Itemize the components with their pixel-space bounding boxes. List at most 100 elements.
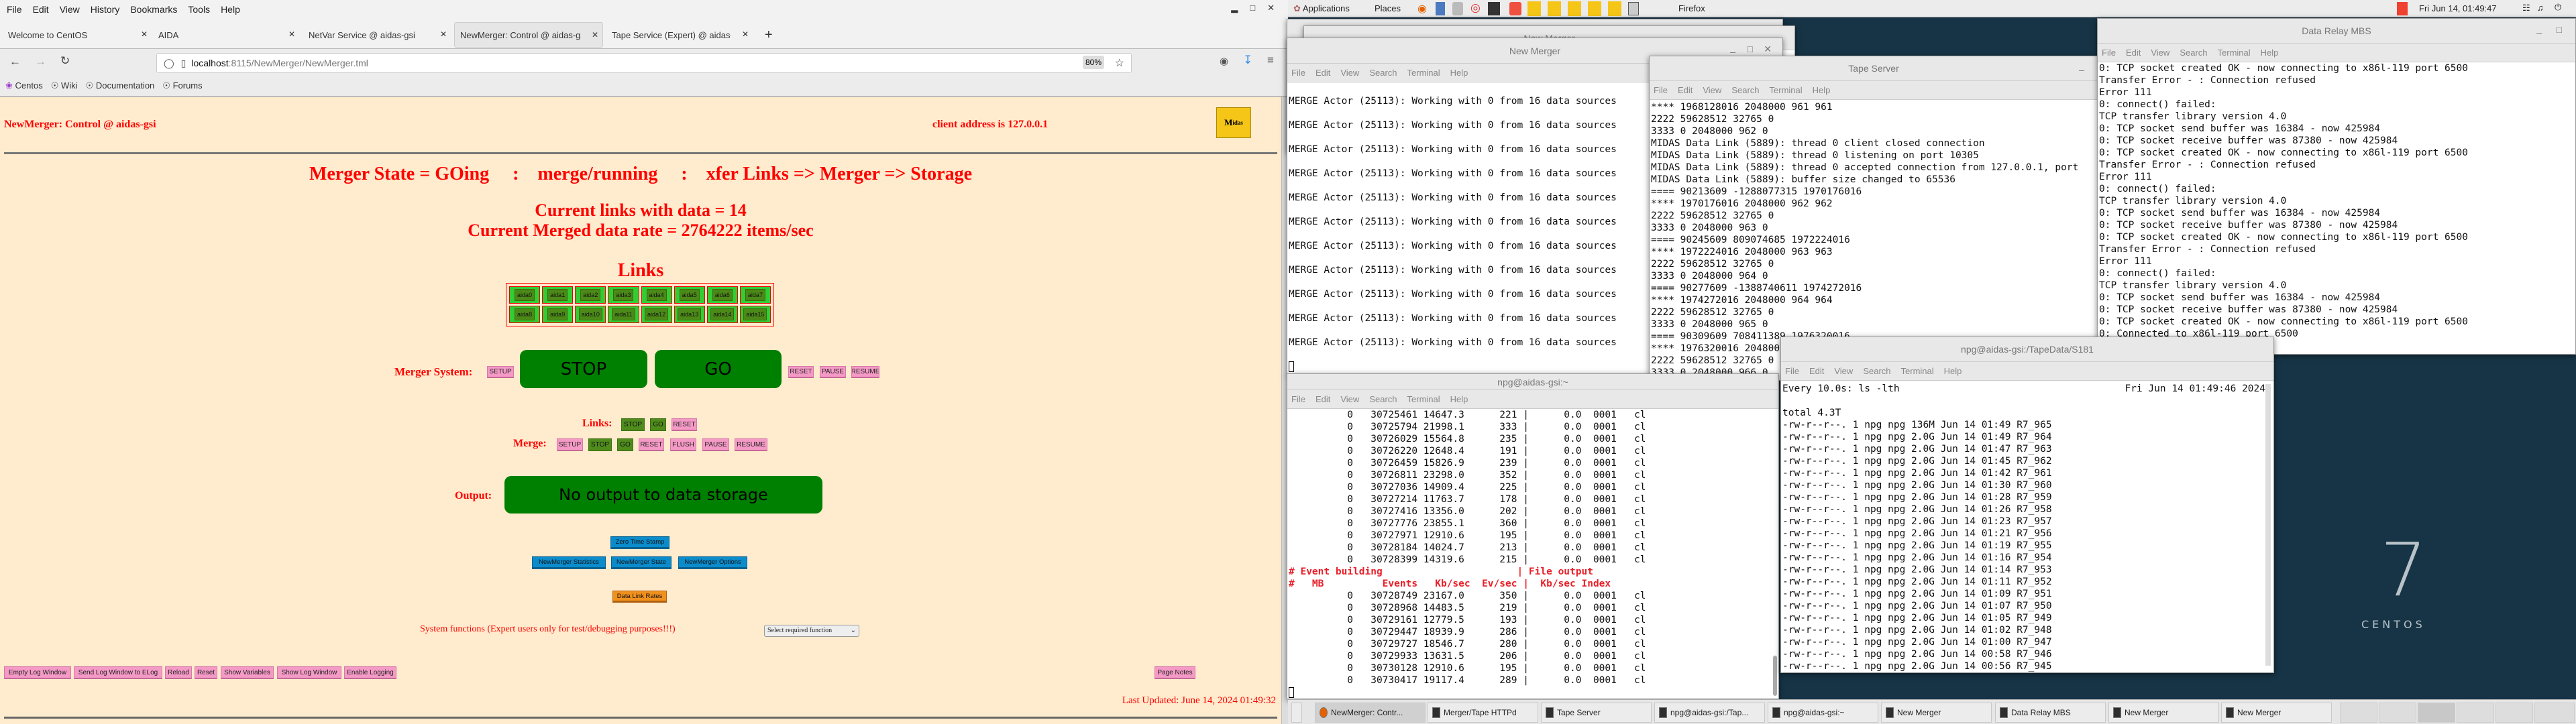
merger-stop-button[interactable]: STOP [520, 350, 647, 388]
newmerger-state-button[interactable]: NewMerger State [611, 556, 672, 569]
terminal-menu-terminal[interactable]: Terminal [2218, 48, 2251, 58]
terminal-menu-edit[interactable]: Edit [1809, 366, 1824, 376]
link-button-aida1[interactable]: aida1 [547, 289, 568, 301]
files-launcher-icon[interactable] [1436, 2, 1445, 15]
forward-icon[interactable]: → [35, 55, 46, 68]
active-app-firefox[interactable]: Firefox [1678, 3, 1705, 13]
output-status-button[interactable]: No output to data storage [504, 476, 822, 514]
terminal-menu-search[interactable]: Search [1863, 366, 1890, 376]
merge-reset-button[interactable]: RESET [639, 438, 664, 451]
notification-icon[interactable] [2397, 2, 2408, 15]
link-button-aida11[interactable]: aida11 [612, 308, 635, 320]
terminal-menu-search[interactable]: Search [1369, 394, 1397, 404]
terminal-output[interactable]: 0 30725461 14647.3 221 | 0.0 0001 cl 0 3… [1289, 409, 1778, 699]
merger-resume-button[interactable]: RESUME [851, 366, 879, 378]
link-button-aida5[interactable]: aida5 [679, 289, 700, 301]
maximize-icon[interactable]: □ [2557, 24, 2562, 35]
hamburger-menu-icon[interactable]: ≡ [1267, 54, 1274, 67]
links-reset-button[interactable]: RESET [672, 418, 697, 431]
bookmark-wiki[interactable]: ☉ Wiki [51, 80, 78, 91]
midas-launcher-icon[interactable] [1588, 1, 1601, 16]
terminal-menu-help[interactable]: Help [2261, 48, 2279, 58]
terminal-output[interactable]: 0: TCP socket created OK - now connectin… [2099, 62, 2575, 352]
workspace-5[interactable] [2496, 703, 2533, 723]
terminal-menu-file[interactable]: File [1785, 366, 1799, 376]
link-button-aida9[interactable]: aida9 [547, 308, 568, 320]
network-icon[interactable]: ☷ [2522, 3, 2530, 13]
title-bar[interactable]: npg@aidas-gsi:~ [1287, 374, 1778, 390]
taskbar-item[interactable]: New Merger [2221, 703, 2332, 723]
terminal-menu-search[interactable]: Search [1731, 85, 1759, 95]
merge-pause-button[interactable]: PAUSE [702, 438, 729, 451]
terminal-menu-terminal[interactable]: Terminal [1770, 85, 1803, 95]
close-tab-icon[interactable]: ✕ [288, 29, 295, 39]
settings-launcher-icon[interactable] [1452, 2, 1463, 15]
reload-icon[interactable]: ↻ [60, 54, 70, 68]
menu-help[interactable]: Help [221, 4, 240, 15]
show-variables-button[interactable]: Show Variables [221, 666, 274, 679]
npg-tapedata-terminal[interactable]: npg@aidas-gsi:/TapeData/S181 File Edit Vie… [1780, 337, 2274, 673]
workspace-6[interactable] [2534, 703, 2575, 723]
merger-pause-button[interactable]: PAUSE [820, 366, 846, 378]
links-stop-button[interactable]: STOP [621, 418, 645, 431]
data-link-rates-button[interactable]: Data Link Rates [612, 591, 667, 603]
close-tab-icon[interactable]: ✕ [440, 29, 447, 39]
power-icon[interactable]: ⏻ [2555, 2, 2561, 13]
merge-setup-button[interactable]: SETUP [557, 438, 583, 451]
terminal-menu-file[interactable]: File [1291, 68, 1305, 78]
taskbar-item[interactable]: Tape Server [1541, 703, 1652, 723]
help-launcher-icon[interactable]: ◎ [1470, 1, 1481, 15]
terminal-menu-help[interactable]: Help [1944, 366, 1962, 376]
terminal-output[interactable]: Every 10.0s: ls -lth Fri Jun 14 01:49:46 … [1782, 383, 2265, 672]
url-bar[interactable]: ◯ ▯ localhost:8115/NewMerger/NewMerger.t… [156, 53, 1132, 73]
taskbar-item[interactable]: Merger/Tape HTTPd [1428, 703, 1538, 723]
terminal-menu-view[interactable]: View [1340, 68, 1359, 78]
workspace-4[interactable] [2457, 703, 2494, 723]
tab-tape-service[interactable]: Tape Service (Expert) @ aidas-gsi ✕ [606, 22, 753, 48]
minimize-icon[interactable]: _ [2536, 23, 2542, 34]
merge-go-button[interactable]: GO [617, 438, 633, 451]
terminal-menu-terminal[interactable]: Terminal [1407, 394, 1440, 404]
page-notes-button[interactable]: Page Notes [1155, 666, 1195, 679]
send-log-to-elog-button[interactable]: Send Log Window to ELog [74, 666, 162, 679]
tape-server-terminal[interactable]: Tape Server _ File Edit View Search Terminal H… [1649, 56, 2098, 381]
empty-log-window-button[interactable]: Empty Log Window [4, 666, 71, 679]
disk-launcher-icon[interactable] [1628, 2, 1639, 15]
title-bar[interactable]: Tape Server _ [1650, 56, 2098, 81]
merger-go-button[interactable]: GO [655, 350, 782, 388]
terminal-menu-help[interactable]: Help [1450, 68, 1468, 78]
newmerger-statistics-button[interactable]: NewMerger Statistics [532, 556, 606, 569]
app-launcher-icon[interactable] [1509, 2, 1521, 15]
back-icon[interactable]: ← [9, 55, 21, 68]
terminal-menu-edit[interactable]: Edit [2126, 48, 2141, 58]
terminal-menu-view[interactable]: View [2151, 48, 2169, 58]
links-go-button[interactable]: GO [650, 418, 666, 431]
zero-time-stamp-button[interactable]: Zero Time Stamp [610, 536, 669, 549]
link-button-aida6[interactable]: aida6 [712, 289, 733, 301]
newmerger-options-button[interactable]: NewMerger Options [678, 556, 747, 569]
terminal-menu-help[interactable]: Help [1450, 394, 1468, 404]
menu-history[interactable]: History [91, 4, 120, 15]
merger-setup-button[interactable]: SETUP [487, 366, 514, 378]
terminal-menu-edit[interactable]: Edit [1316, 394, 1330, 404]
bookmark-star-icon[interactable]: ☆ [1115, 56, 1124, 70]
link-button-aida10[interactable]: aida10 [578, 308, 602, 320]
download-icon[interactable]: ↧ [1243, 54, 1252, 67]
link-button-aida0[interactable]: aida0 [515, 289, 535, 301]
midas-launcher-icon[interactable] [1608, 1, 1621, 16]
close-tab-icon[interactable]: ✕ [141, 29, 148, 39]
scrollbar[interactable] [1773, 656, 1777, 696]
menu-bookmarks[interactable]: Bookmarks [130, 4, 177, 15]
link-button-aida15[interactable]: aida15 [743, 308, 767, 320]
new-tab-button[interactable]: + [759, 22, 780, 48]
tab-netvar[interactable]: NetVar Service @ aidas-gsi ✕ [303, 22, 451, 48]
minimize-icon[interactable]: _ [2079, 60, 2084, 71]
applications-menu[interactable]: ✿ Applications [1293, 3, 1350, 14]
shield-icon[interactable]: ◯ [164, 58, 174, 69]
terminal-menu-file[interactable]: File [2102, 48, 2116, 58]
midas-launcher-icon[interactable] [1568, 1, 1581, 16]
link-button-aida13[interactable]: aida13 [678, 308, 702, 320]
terminal-launcher-icon[interactable] [1488, 2, 1500, 15]
title-bar[interactable]: Data Relay MBS _ □ [2098, 19, 2575, 44]
title-bar[interactable]: npg@aidas-gsi:/TapeData/S181 [1781, 337, 2273, 362]
